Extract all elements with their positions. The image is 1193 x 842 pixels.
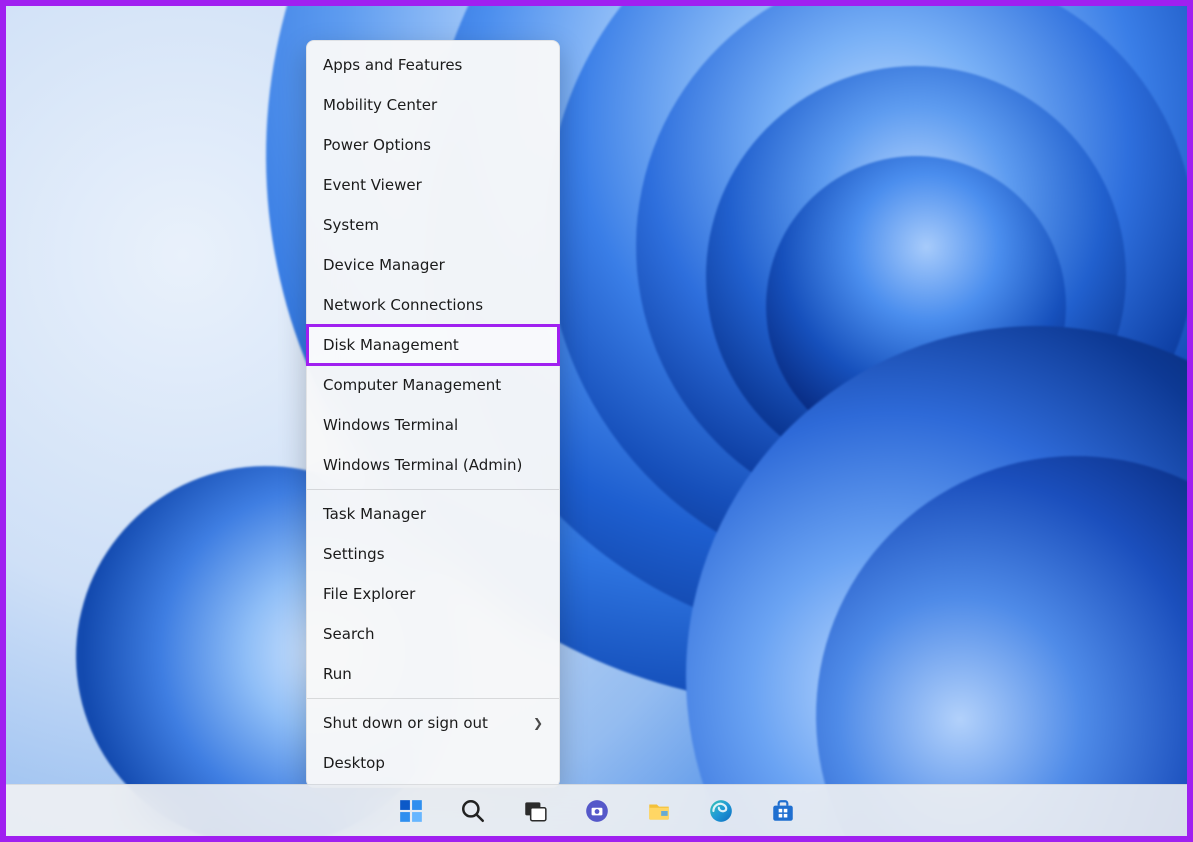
chevron-right-icon: ❯ xyxy=(533,712,543,734)
menu-item-label: Search xyxy=(323,623,375,645)
winx-context-menu: Apps and Features Mobility Center Power … xyxy=(306,40,560,788)
menu-item-system[interactable]: System xyxy=(307,205,559,245)
menu-item-apps-and-features[interactable]: Apps and Features xyxy=(307,45,559,85)
store-icon xyxy=(770,798,796,824)
menu-item-label: Power Options xyxy=(323,134,431,156)
menu-item-label: Desktop xyxy=(323,752,385,774)
menu-item-label: System xyxy=(323,214,379,236)
menu-item-label: Computer Management xyxy=(323,374,501,396)
menu-item-label: Windows Terminal xyxy=(323,414,458,436)
menu-item-network-connections[interactable]: Network Connections xyxy=(307,285,559,325)
edge-button[interactable] xyxy=(699,791,743,831)
windows-logo-icon xyxy=(398,798,424,824)
search-icon xyxy=(460,798,486,824)
menu-item-label: Device Manager xyxy=(323,254,445,276)
menu-item-disk-management[interactable]: Disk Management xyxy=(307,325,559,365)
file-explorer-button[interactable] xyxy=(637,791,681,831)
menu-item-windows-terminal[interactable]: Windows Terminal xyxy=(307,405,559,445)
menu-item-settings[interactable]: Settings xyxy=(307,534,559,574)
task-view-button[interactable] xyxy=(513,791,557,831)
menu-item-label: Mobility Center xyxy=(323,94,437,116)
screenshot-frame: Apps and Features Mobility Center Power … xyxy=(0,0,1193,842)
menu-item-search[interactable]: Search xyxy=(307,614,559,654)
desktop-wallpaper xyxy=(6,6,1187,836)
menu-separator xyxy=(307,698,559,699)
menu-item-computer-management[interactable]: Computer Management xyxy=(307,365,559,405)
menu-item-label: Apps and Features xyxy=(323,54,462,76)
menu-item-device-manager[interactable]: Device Manager xyxy=(307,245,559,285)
menu-item-power-options[interactable]: Power Options xyxy=(307,125,559,165)
menu-item-label: File Explorer xyxy=(323,583,415,605)
menu-item-task-manager[interactable]: Task Manager xyxy=(307,494,559,534)
menu-item-label: Settings xyxy=(323,543,385,565)
menu-item-file-explorer[interactable]: File Explorer xyxy=(307,574,559,614)
menu-item-label: Event Viewer xyxy=(323,174,422,196)
menu-item-run[interactable]: Run xyxy=(307,654,559,694)
menu-item-label: Shut down or sign out xyxy=(323,712,488,734)
search-button[interactable] xyxy=(451,791,495,831)
edge-icon xyxy=(708,798,734,824)
menu-item-shut-down-or-sign-out[interactable]: Shut down or sign out ❯ xyxy=(307,703,559,743)
menu-item-windows-terminal-admin[interactable]: Windows Terminal (Admin) xyxy=(307,445,559,485)
folder-icon xyxy=(646,798,672,824)
menu-item-event-viewer[interactable]: Event Viewer xyxy=(307,165,559,205)
microsoft-store-button[interactable] xyxy=(761,791,805,831)
chat-icon xyxy=(584,798,610,824)
menu-item-label: Task Manager xyxy=(323,503,426,525)
start-button[interactable] xyxy=(389,791,433,831)
menu-item-label: Disk Management xyxy=(323,334,459,356)
taskbar xyxy=(6,784,1187,836)
chat-button[interactable] xyxy=(575,791,619,831)
menu-item-label: Network Connections xyxy=(323,294,483,316)
menu-item-mobility-center[interactable]: Mobility Center xyxy=(307,85,559,125)
menu-item-label: Windows Terminal (Admin) xyxy=(323,454,522,476)
menu-item-desktop[interactable]: Desktop xyxy=(307,743,559,783)
menu-separator xyxy=(307,489,559,490)
task-view-icon xyxy=(522,798,548,824)
menu-item-label: Run xyxy=(323,663,352,685)
